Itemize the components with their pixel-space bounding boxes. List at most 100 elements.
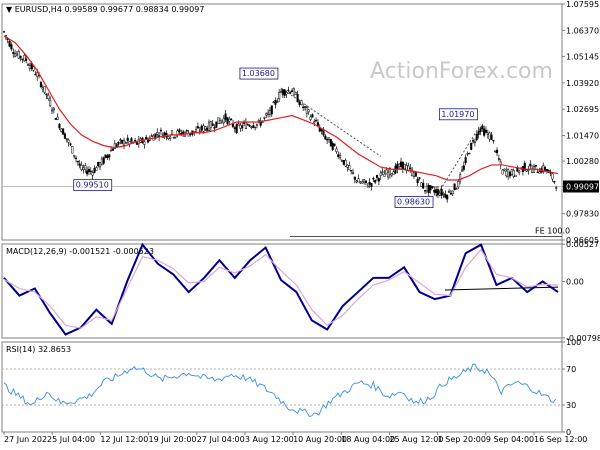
candle-body [39, 81, 42, 87]
candle-body [294, 92, 297, 95]
candle-body [366, 185, 369, 188]
candle-body [130, 138, 133, 142]
candle-body [241, 125, 244, 129]
candle-body [272, 101, 275, 104]
candle-body [89, 170, 92, 173]
candle-body [355, 180, 358, 183]
candle-body [462, 165, 465, 170]
candle-body [43, 86, 46, 93]
candle-body [357, 178, 360, 183]
candle-body [455, 188, 458, 190]
candle-body [252, 125, 255, 128]
candle-body [359, 181, 362, 184]
candle-body [268, 109, 271, 115]
candle-body [337, 154, 340, 157]
candle-body [370, 183, 373, 187]
candle-body [220, 119, 223, 123]
current-price-label: 0.99097 [566, 182, 599, 191]
candle-body [496, 149, 499, 154]
rsi-y-tick-label: 70 [566, 365, 576, 374]
candle-body [265, 113, 268, 116]
candle-body [300, 100, 303, 105]
candle-body [126, 137, 129, 141]
candle-body [117, 141, 120, 145]
candle-body [209, 121, 212, 129]
candle-body [207, 121, 211, 131]
candle-body [257, 119, 260, 122]
candle-body [169, 136, 172, 139]
candle-body [10, 44, 13, 50]
price-y-tick-label: 1.00280 [566, 157, 599, 166]
candle-body [420, 182, 423, 187]
candle-body [222, 117, 225, 124]
candle-body [512, 170, 515, 177]
candle-body [163, 132, 166, 136]
candle-body [274, 99, 277, 105]
candle-body [219, 120, 222, 124]
candle-body [320, 129, 323, 132]
candle-body [41, 87, 44, 90]
candle-body [486, 132, 489, 135]
time-tick-label: 3 Aug 12:00 [245, 435, 294, 444]
annotation-label: 1.03680 [242, 69, 275, 78]
candle-body [375, 175, 379, 178]
candle-body [333, 143, 336, 146]
candle-body [322, 130, 325, 136]
rsi-y-tick-label: 100 [566, 338, 581, 347]
candle-body [74, 157, 78, 160]
candle-body [481, 125, 484, 130]
price-y-tick-label: 1.06370 [566, 26, 599, 35]
candle-body [305, 107, 308, 114]
candle-body [431, 186, 434, 189]
watermark-text: ActionForex.com [370, 59, 553, 84]
candle-body [250, 126, 253, 129]
chart-stage: ActionForex.com ▼ EURUSD,H4 0.99589 0.996… [0, 0, 600, 450]
candle-body [472, 140, 475, 142]
candle-body [15, 53, 18, 56]
candle-body [340, 160, 343, 162]
candle-body [122, 139, 126, 146]
candle-body [529, 163, 532, 167]
time-tick-label: 19 Jul 20:00 [149, 435, 197, 444]
candle-body [331, 142, 334, 150]
candle-body [52, 107, 55, 111]
candle-body [374, 180, 377, 183]
macd-y-tick-label: 0.00 [566, 277, 584, 286]
candle-body [348, 165, 351, 171]
candle-body [174, 135, 177, 138]
candle-body [200, 125, 203, 131]
candle-body [440, 189, 443, 196]
candle-body [167, 136, 170, 139]
candle-body [156, 132, 159, 135]
candle-body [350, 170, 353, 172]
candle-body [32, 66, 35, 71]
candle-body [21, 58, 24, 60]
price-y-tick-label: 1.01470 [566, 132, 599, 141]
time-tick-label: 16 Sep 12:00 [534, 435, 587, 444]
candle-body [497, 158, 500, 160]
candle-body [460, 169, 464, 172]
candle-body [124, 142, 127, 144]
candle-body [503, 168, 506, 171]
candle-body [403, 163, 406, 169]
candle-body [217, 117, 220, 125]
candle-body [399, 161, 403, 167]
time-tick-label: 27 Jul 04:00 [197, 435, 245, 444]
candle-body [551, 173, 554, 180]
candle-body [401, 161, 404, 170]
candle-body [292, 88, 295, 96]
candle-body [444, 194, 447, 198]
candle-body [45, 93, 48, 96]
candle-body [289, 91, 292, 94]
candle-body [433, 190, 436, 193]
candle-body [307, 109, 310, 113]
candle-body [396, 163, 399, 170]
candle-body [422, 183, 425, 189]
candle-body [344, 160, 347, 167]
candle-body [351, 172, 355, 174]
candle-body [279, 91, 283, 93]
candle-body [438, 192, 441, 196]
candle-body [501, 169, 504, 175]
candle-body [536, 171, 539, 174]
candle-body [228, 118, 231, 122]
